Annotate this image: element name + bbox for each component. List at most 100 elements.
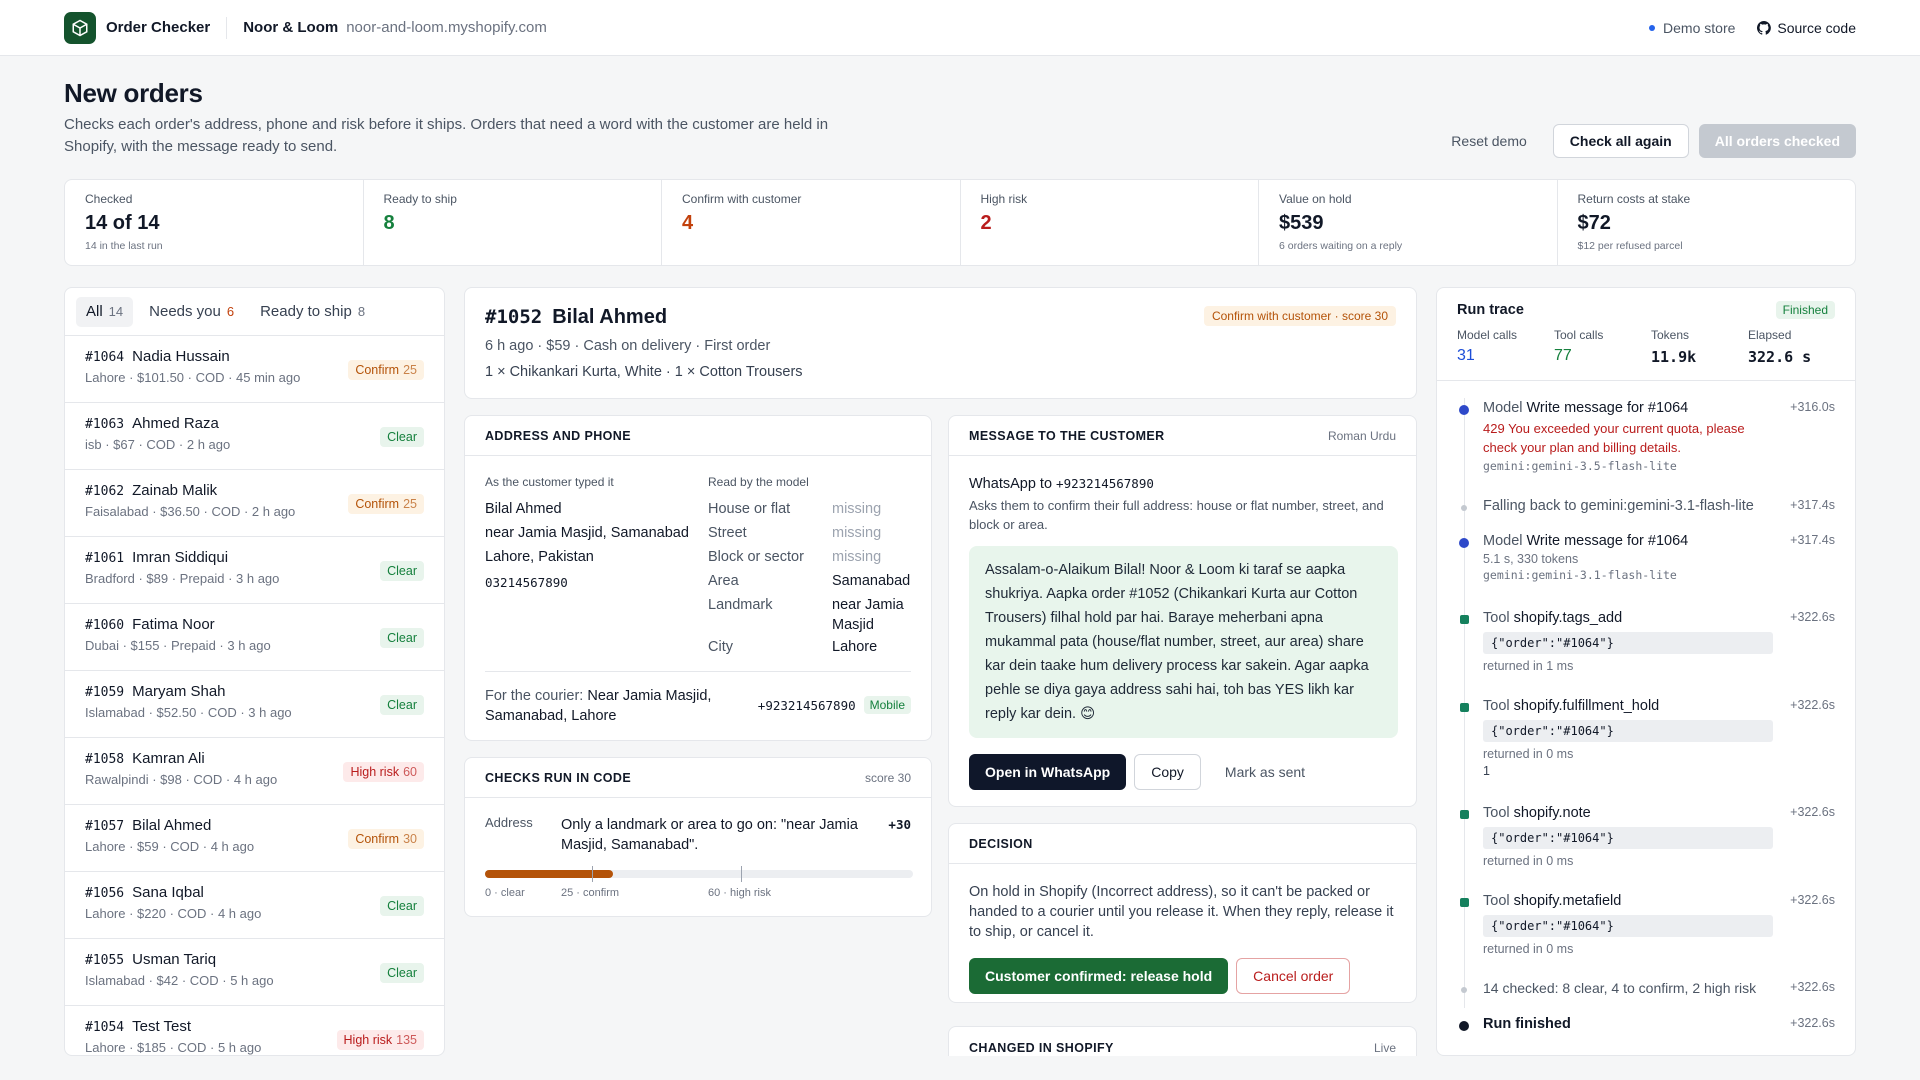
order-customer: Sana Iqbal [132,884,204,901]
badge-label: Confirm [355,363,400,377]
status-badge: Finished [1775,301,1835,319]
badge-score: 135 [396,1033,417,1047]
order-customer: Kamran Ali [132,750,205,767]
order-customer: Zainab Malik [132,482,218,499]
model-field-value: missing [832,525,882,541]
event-args: {"order":"#1064"} [1483,915,1773,937]
order-row[interactable]: #1059 Maryam Shah Islamabad · $52.50 · COD… [65,671,444,738]
mark-as-sent-button[interactable]: Mark as sent [1209,754,1321,790]
message-recipient: WhatsApp to +923214567890 [969,476,1154,492]
event-args: {"order":"#1064"} [1483,632,1773,654]
trace-event: Model Write message for #1064 5.1 s, 330 … [1457,533,1835,582]
order-id: #1064 [85,350,125,365]
badge-label: High risk [350,765,400,779]
checks-panel: CHECKS RUN IN CODE score 30 Address Only … [464,757,932,917]
order-row[interactable]: #1063 Ahmed Raza isb · $67 · COD · 2 h ago… [65,403,444,470]
trace-event: Tool shopify.fulfillment_hold {"order":"#… [1457,698,1835,778]
stat-value: 14 of 14 [85,212,160,234]
tab-needs-you[interactable]: Needs you 6 [139,297,244,327]
order-row[interactable]: #1058 Kamran Ali Rawalpindi · $98 · COD · … [65,738,444,805]
model-field-value: missing [832,549,882,565]
orders-list-panel: All 14 Needs you 6 Ready to ship 8 #1064 Nad… [64,287,445,1056]
order-row[interactable]: #1057 Bilal Ahmed Lahore · $59 · COD · 4 h… [65,805,444,872]
order-row[interactable]: #1064 Nadia Hussain Lahore · $101.50 · COD… [65,336,444,403]
copy-message-button[interactable]: Copy [1134,754,1201,790]
typed-address-line: near Jamia Masjid, Samanabad [485,525,689,541]
metric-value: 31 [1457,347,1475,364]
status-badge: Clear [380,628,424,648]
stat-sub: $12 per refused parcel [1577,240,1683,252]
check-points: +30 [888,817,911,832]
model-dot-icon [1459,405,1469,415]
tool-square-icon [1460,810,1469,819]
cancel-order-button[interactable]: Cancel order [1236,958,1351,994]
event-sub: returned in 0 ms [1483,747,1574,761]
message-panel: MESSAGE TO THE CUSTOMER Roman Urdu WhatsA… [948,415,1417,807]
trace-event: Model Write message for #1064 429 You exc… [1457,400,1835,473]
source-code-link[interactable]: Source code [1757,20,1856,36]
model-field-key: City [708,639,733,655]
live-tag: Live [1373,1041,1396,1055]
event-kind: Model [1483,400,1523,416]
stat-value: $72 [1577,212,1611,234]
event-text: Write message for #1064 [1526,533,1689,549]
model-field-row: House or flat missing [708,497,918,521]
model-field-key: Block or sector [708,549,804,565]
event-text: 14 checked: 8 clear, 4 to confirm, 2 hig… [1483,980,1757,996]
event-text: shopify.note [1513,805,1591,821]
checks-score: score 30 [864,770,911,785]
event-model: gemini:gemini-3.5-flash-lite [1483,459,1677,473]
status-badge: High risk 135 [336,1030,424,1050]
model-field-row: City Lahore [708,635,918,659]
event-time: +322.6s [1790,698,1835,712]
trace-event: Tool shopify.note {"order":"#1064"} retur… [1457,805,1835,868]
event-text: Falling back to gemini:gemini-3.1-flash-… [1483,498,1754,514]
store-url: noor-and-loom.myshopify.com [346,19,547,36]
stat-label: Value on hold [1279,192,1352,206]
order-row[interactable]: #1060 Fatima Noor Dubai · $155 · Prepaid ·… [65,604,444,671]
typed-phone: 03214567890 [485,575,568,590]
typed-address-line: Lahore, Pakistan [485,549,594,565]
all-orders-checked-button: All orders checked [1698,124,1856,158]
event-text: shopify.fulfillment_hold [1513,698,1660,714]
stat-label: Return costs at stake [1577,192,1691,206]
release-hold-button[interactable]: Customer confirmed: release hold [969,958,1229,994]
event-error: 429 You exceeded your current quota, ple… [1483,421,1745,455]
event-kind: Model [1483,533,1523,549]
app-logo[interactable] [64,11,96,44]
badge-label: Clear [387,966,417,980]
orders-list: #1064 Nadia Hussain Lahore · $101.50 · COD… [65,336,444,1055]
status-badge: High risk 60 [343,762,424,782]
order-row[interactable]: #1056 Sana Iqbal Lahore · $220 · COD · 4 h… [65,872,444,939]
message-body[interactable]: Assalam-o-Alaikum Bilal! Noor & Loom ki … [969,546,1398,738]
tab-ready-to-ship[interactable]: Ready to ship 8 [250,297,375,327]
event-time: +322.6s [1790,1016,1835,1030]
order-id: #1059 [85,685,125,700]
order-row[interactable]: #1061 Imran Siddiqui Bradford · $89 · Prep… [65,537,444,604]
page-description: Checks each order's address, phone and r… [64,116,829,155]
model-field-key: Street [708,525,747,541]
metric-value: 322.6 s [1748,348,1812,366]
order-customer: Fatima Noor [132,616,215,633]
order-customer: Usman Tariq [132,951,217,968]
order-row[interactable]: #1062 Zainab Malik Faisalabad · $36.50 · C… [65,470,444,537]
order-row[interactable]: #1054 Test Test Lahore · $185 · COD · 5 h … [65,1006,444,1055]
stat-sub: 6 orders waiting on a reply [1279,240,1403,252]
model-field-key: Landmark [708,597,773,613]
tab-all[interactable]: All 14 [76,296,134,327]
order-id: #1058 [85,752,125,767]
run-trace-panel: Run trace Finished Model calls 31 Tool ca… [1436,287,1856,1056]
event-text: Run finished [1483,1016,1571,1032]
stats-bar: Checked 14 of 14 14 in the last run Read… [64,179,1856,266]
badge-label: Confirm [355,832,400,846]
event-sub: returned in 1 ms [1483,659,1574,673]
order-row[interactable]: #1055 Usman Tariq Islamabad · $42 · COD · … [65,939,444,1006]
reset-demo-button[interactable]: Reset demo [1435,124,1542,158]
scale-label: 0 · clear [485,887,525,899]
open-in-whatsapp-button[interactable]: Open in WhatsApp [969,754,1127,790]
status-badge: Confirm 25 [348,360,424,380]
check-all-again-button[interactable]: Check all again [1552,124,1689,158]
top-bar: Order Checker Noor & Loom noor-and-loom.… [0,0,1920,56]
order-customer: Test Test [132,1018,192,1035]
stat-label: High risk [980,192,1028,206]
